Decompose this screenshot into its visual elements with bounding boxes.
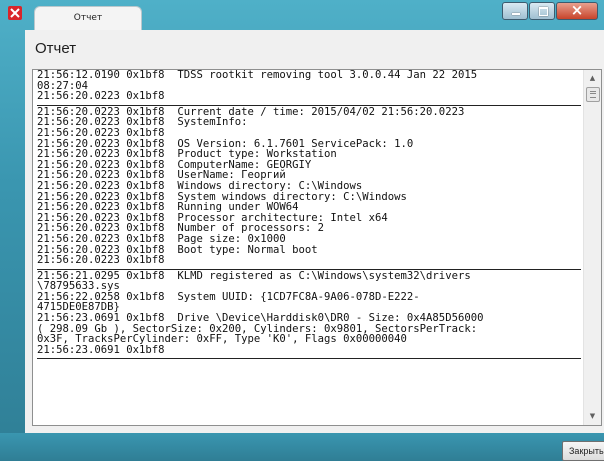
- log-textarea[interactable]: 21:56:12.0190 0x1bf8 TDSS rootkit removi…: [32, 69, 602, 426]
- bottom-bar: [0, 433, 604, 461]
- log-separator: [37, 355, 581, 360]
- minimize-button[interactable]: [502, 2, 528, 20]
- log-line: 21:56:20.0223 0x1bf8: [37, 126, 165, 139]
- maximize-button[interactable]: [529, 2, 555, 20]
- close-window-button[interactable]: [556, 1, 598, 20]
- log-line: 21:56:20.0223 0x1bf8: [37, 90, 165, 103]
- log-line: 21:56:20.0223 0x1bf8: [37, 254, 165, 267]
- vertical-scrollbar[interactable]: ▲ ▼: [583, 70, 601, 425]
- log-text: 21:56:12.0190 0x1bf8 TDSS rootkit removi…: [37, 70, 581, 360]
- tab-report[interactable]: Отчет: [34, 6, 142, 30]
- log-line: 21:56:23.0691 0x1bf8: [37, 343, 165, 356]
- close-button[interactable]: Закрыть: [562, 441, 604, 461]
- page-title: Отчет: [35, 40, 77, 57]
- title-bar[interactable]: Отчет: [0, 0, 604, 30]
- scroll-down-arrow-icon[interactable]: ▼: [584, 408, 601, 425]
- scroll-thumb[interactable]: [586, 87, 600, 102]
- window-controls: [501, 1, 598, 22]
- client-area: Отчет 21:56:12.0190 0x1bf8 TDSS rootkit …: [25, 30, 604, 433]
- log-line: 21:56:20.0223 0x1bf8 Page size: 0x1000: [37, 232, 286, 245]
- kaspersky-icon: [8, 6, 22, 20]
- scroll-up-arrow-icon[interactable]: ▲: [584, 70, 601, 87]
- log-line: 21:56:20.0223 0x1bf8 Windows directory: …: [37, 179, 363, 192]
- log-line: 21:56:12.0190 0x1bf8 TDSS rootkit removi…: [37, 69, 478, 81]
